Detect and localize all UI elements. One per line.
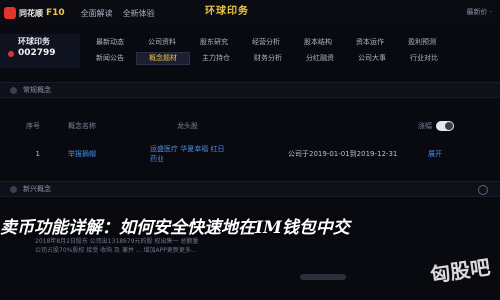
tab-row-2: 新闻公告 概念题材 主力持仓 财务分析 分红融资 公司大事 行业对比 bbox=[84, 50, 500, 66]
tab-shareholders[interactable]: 股东研究 bbox=[188, 37, 240, 47]
tab-dividends[interactable]: 分红融资 bbox=[294, 53, 346, 63]
tab-latest[interactable]: 最新动态 bbox=[84, 37, 136, 47]
section-title: 常规概念 bbox=[23, 86, 51, 94]
table-header: 序号 概念名称 龙头股 涨幅 bbox=[0, 118, 500, 134]
brand-f10: F10 bbox=[46, 8, 65, 18]
brand-name: 同花顺 bbox=[19, 8, 43, 18]
concept-table: 序号 概念名称 龙头股 涨幅 1 举报摘帽 运盛医疗 华夏幸福 红日药业 公司于… bbox=[0, 118, 500, 164]
menu-item-1[interactable]: 全面解读 bbox=[81, 8, 113, 19]
stock-header: 环球印务 002799 bbox=[0, 34, 80, 68]
row-date: 公司于2019-01-01到2019-12-31 bbox=[288, 150, 398, 158]
col-index: 序号 bbox=[26, 122, 40, 130]
table-row[interactable]: 1 举报摘帽 运盛医疗 华夏幸福 红日药业 公司于2019-01-01到2019… bbox=[0, 144, 500, 164]
col-toggle: 涨幅 bbox=[418, 121, 498, 131]
expand-link[interactable]: 展开 bbox=[428, 149, 442, 159]
row-concept-link[interactable]: 举报摘帽 bbox=[68, 149, 118, 159]
section-regular-concepts[interactable]: 常规概念 bbox=[0, 82, 500, 98]
watermark-logo: 匈股吧 bbox=[428, 254, 492, 288]
section-title: 新兴概念 bbox=[23, 185, 51, 193]
col-concept: 概念名称 bbox=[68, 122, 96, 130]
row-index: 1 bbox=[35, 150, 40, 158]
stock-code: 002799 bbox=[18, 48, 56, 58]
tab-operations[interactable]: 经营分析 bbox=[240, 37, 292, 47]
collapse-icon[interactable] bbox=[10, 86, 17, 94]
status-dot-icon bbox=[8, 51, 14, 57]
tab-events[interactable]: 公司大事 bbox=[346, 53, 398, 63]
tab-concepts[interactable]: 概念题材 bbox=[136, 51, 190, 65]
collapse-icon[interactable] bbox=[10, 185, 17, 193]
section-new-concepts[interactable]: 新兴概念 bbox=[0, 181, 500, 197]
toggle-label: 涨幅 bbox=[418, 122, 432, 130]
tab-financials[interactable]: 财务分析 bbox=[242, 53, 294, 63]
app-logo[interactable]: 同花顺 F10 bbox=[4, 7, 65, 19]
tab-industry[interactable]: 行业对比 bbox=[398, 53, 450, 63]
tab-share-structure[interactable]: 股本结构 bbox=[292, 37, 344, 47]
price-tag: 最新价 · bbox=[466, 8, 492, 16]
col-leaders: 龙头股 bbox=[177, 122, 198, 130]
news-line-2: 公司占股70%股权 接受 收购 及 兼并 ... 增加APP更新更多... bbox=[35, 247, 197, 254]
tab-row-1: 最新动态 公司资料 股东研究 经营分析 股本结构 资本运作 盈利预测 bbox=[84, 34, 500, 50]
f10-tabs: 最新动态 公司资料 股东研究 经营分析 股本结构 资本运作 盈利预测 新闻公告 … bbox=[84, 34, 500, 66]
logo-icon bbox=[4, 7, 16, 19]
menu-item-2[interactable]: 全新体验 bbox=[123, 8, 155, 19]
scroll-pill[interactable] bbox=[300, 274, 346, 280]
page-title: 环球印务 bbox=[205, 6, 249, 17]
sort-toggle[interactable] bbox=[436, 121, 454, 131]
tab-company-profile[interactable]: 公司资料 bbox=[136, 37, 188, 47]
stock-name: 环球印务 bbox=[18, 37, 50, 46]
tab-capital[interactable]: 资本运作 bbox=[344, 37, 396, 47]
tab-forecast[interactable]: 盈利预测 bbox=[396, 37, 448, 47]
news-text: 2018年8月2日股东 公司出1318679元的股 权出售一 总额量 公司占股7… bbox=[35, 237, 475, 255]
tab-holdings[interactable]: 主力持仓 bbox=[190, 53, 242, 63]
top-bar: 同花顺 F10 全面解读 全新体验 环球印务 最新价 · bbox=[0, 0, 500, 26]
news-line-1: 2018年8月2日股东 公司出1318679元的股 权出售一 总额量 bbox=[35, 238, 199, 245]
gear-icon[interactable] bbox=[478, 185, 488, 195]
top-menu: 全面解读 全新体验 bbox=[81, 8, 155, 19]
tab-news[interactable]: 新闻公告 bbox=[84, 53, 136, 63]
row-stock-links[interactable]: 运盛医疗 华夏幸福 红日药业 bbox=[118, 144, 268, 164]
overlay-headline: 卖币功能详解：如何安全快速地在IM钱包中交 bbox=[0, 218, 350, 237]
